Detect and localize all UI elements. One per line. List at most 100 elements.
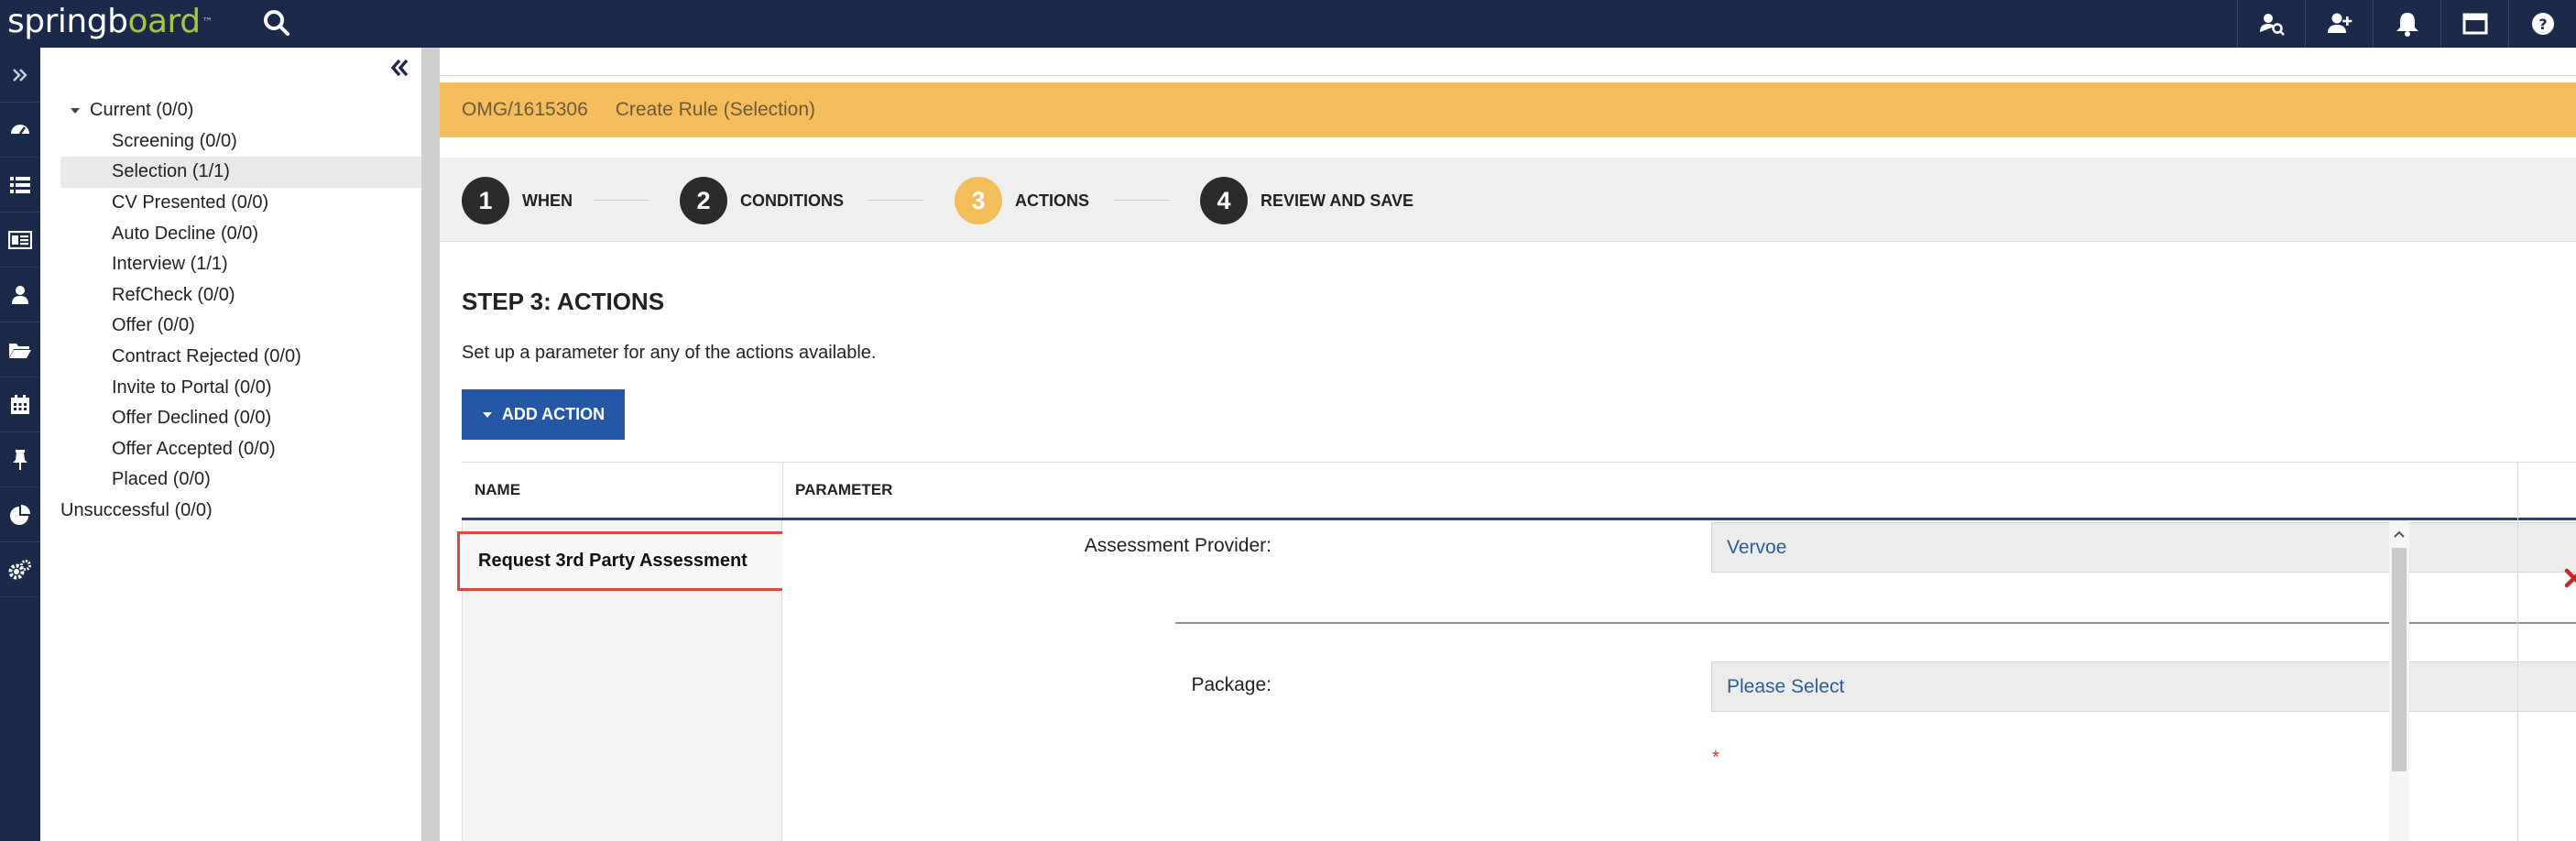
tree-node-label: Current (0/0) xyxy=(90,100,194,121)
package-select[interactable]: Please Select xyxy=(1711,661,2576,712)
package-label: Package: xyxy=(1191,674,1272,695)
tree-node-label: Interview (1/1) xyxy=(112,254,228,275)
tree-node-selection[interactable]: Selection (1/1) xyxy=(60,157,421,188)
expand-icon[interactable] xyxy=(0,48,40,103)
section-subtitle: Set up a parameter for any of the action… xyxy=(462,343,877,363)
page-banner: OMG/1615306 Create Rule (Selection) xyxy=(440,82,2576,137)
tree-node-unsuccessful[interactable]: Unsuccessful (0/0) xyxy=(60,496,421,527)
add-action-label: ADD ACTION xyxy=(501,405,606,423)
wizard-stepper: 1 WHEN 2 CONDITIONS 3 ACTIONS 4 REVIEW A… xyxy=(440,158,2576,242)
pipeline-tree-panel: Current (0/0) Screening (0/0) Selection … xyxy=(40,48,421,841)
step-when[interactable]: 1 WHEN xyxy=(462,177,573,224)
tree-node-label: Unsuccessful (0/0) xyxy=(60,500,213,521)
step-number: 1 xyxy=(462,177,509,224)
top-navigation-bar: springboard ™ ? xyxy=(0,0,2576,48)
actions-table: NAME PARAMETER Request 3rd Party Assessm… xyxy=(457,462,2576,841)
tree-node-label: Screening (0/0) xyxy=(112,130,237,151)
step-actions[interactable]: 3 ACTIONS xyxy=(955,177,1089,224)
window-icon[interactable] xyxy=(2440,0,2508,48)
step-connector xyxy=(594,200,649,201)
name-column: Request 3rd Party Assessment xyxy=(457,520,793,841)
pie-chart-icon[interactable] xyxy=(0,487,40,542)
scrollbar-thumb[interactable] xyxy=(2392,548,2407,771)
logo-main: springb xyxy=(7,3,128,40)
tree-node-refcheck[interactable]: RefCheck (0/0) xyxy=(60,280,421,311)
tree-node-label: Contract Rejected (0/0) xyxy=(112,346,301,367)
caret-down-icon[interactable] xyxy=(60,106,90,115)
tree-node-label: Offer Declined (0/0) xyxy=(112,408,272,429)
panel-splitter[interactable] xyxy=(421,48,440,841)
add-action-button[interactable]: ADD ACTION xyxy=(462,389,625,440)
candidate-search-icon[interactable] xyxy=(2237,0,2305,48)
svg-text:?: ? xyxy=(2538,16,2547,33)
logo-trademark: ™ xyxy=(202,16,213,28)
search-icon[interactable] xyxy=(258,5,295,41)
column-header-parameter: PARAMETER xyxy=(795,481,893,498)
step-connector xyxy=(1114,200,1169,201)
help-icon[interactable]: ? xyxy=(2508,0,2576,48)
springboard-logo[interactable]: springboard ™ xyxy=(7,4,213,40)
tree-node-contract-rejected[interactable]: Contract Rejected (0/0) xyxy=(60,342,421,373)
list-icon[interactable] xyxy=(0,158,40,213)
parameter-scrollbar[interactable] xyxy=(2389,520,2409,841)
parameter-panel: Assessment Provider: Vervoe Package: Ple… xyxy=(782,520,2576,841)
step-number: 2 xyxy=(680,177,727,224)
step-number: 4 xyxy=(1200,177,1248,224)
caret-down-icon xyxy=(482,405,493,424)
tree-node-offer-accepted[interactable]: Offer Accepted (0/0) xyxy=(60,434,421,465)
folder-icon[interactable] xyxy=(0,322,40,377)
left-icon-rail xyxy=(0,48,40,841)
job-code: OMG/1615306 xyxy=(462,99,588,120)
tree-node-label: Auto Decline (0/0) xyxy=(112,223,259,244)
tree-node-offer-declined[interactable]: Offer Declined (0/0) xyxy=(60,403,421,434)
step-review-and-save[interactable]: 4 REVIEW AND SAVE xyxy=(1200,177,1414,224)
tree-node-screening[interactable]: Screening (0/0) xyxy=(60,126,421,158)
tree-node-label: Offer Accepted (0/0) xyxy=(112,438,276,459)
divider xyxy=(1175,622,2576,624)
tree-node-current[interactable]: Current (0/0) xyxy=(60,95,421,126)
bell-icon[interactable] xyxy=(2373,0,2440,48)
step-label: REVIEW AND SAVE xyxy=(1261,191,1414,210)
tree-node-label: Placed (0/0) xyxy=(112,469,211,490)
id-card-icon[interactable] xyxy=(0,213,40,268)
delete-icon[interactable] xyxy=(2560,564,2576,592)
logo-tail: oard xyxy=(127,3,201,40)
add-person-icon[interactable] xyxy=(2305,0,2373,48)
tree-node-invite-to-portal[interactable]: Invite to Portal (0/0) xyxy=(60,372,421,403)
tree-node-auto-decline[interactable]: Auto Decline (0/0) xyxy=(60,218,421,249)
tree-node-label: Selection (1/1) xyxy=(112,161,230,182)
tree-node-placed[interactable]: Placed (0/0) xyxy=(60,464,421,496)
tree-node-offer[interactable]: Offer (0/0) xyxy=(60,311,421,342)
step-connector xyxy=(868,200,923,201)
step-number: 3 xyxy=(955,177,1002,224)
tree-node-interview[interactable]: Interview (1/1) xyxy=(60,249,421,280)
calendar-icon[interactable] xyxy=(0,377,40,432)
column-header-name: NAME xyxy=(475,481,521,498)
required-marker: * xyxy=(1712,748,1719,768)
column-divider xyxy=(2517,462,2518,841)
dashboard-icon[interactable] xyxy=(0,103,40,158)
pin-icon[interactable] xyxy=(0,432,40,487)
assessment-provider-label: Assessment Provider: xyxy=(1084,535,1272,556)
step-conditions[interactable]: 2 CONDITIONS xyxy=(680,177,844,224)
step-label: CONDITIONS xyxy=(740,191,845,210)
person-icon[interactable] xyxy=(0,268,40,322)
collapse-panel-icon[interactable] xyxy=(385,55,414,81)
table-header: NAME PARAMETER xyxy=(462,462,2576,520)
assessment-provider-select[interactable]: Vervoe xyxy=(1711,522,2576,573)
step-label: WHEN xyxy=(522,191,573,210)
section-title: STEP 3: ACTIONS xyxy=(462,288,665,315)
step-label: ACTIONS xyxy=(1015,191,1089,210)
action-name-cell[interactable]: Request 3rd Party Assessment xyxy=(457,531,793,591)
settings-icon[interactable] xyxy=(0,542,40,597)
tree-node-label: Invite to Portal (0/0) xyxy=(112,377,272,398)
page-title: Create Rule (Selection) xyxy=(615,99,816,120)
select-value: Vervoe xyxy=(1727,536,1787,558)
tree-node-cv-presented[interactable]: CV Presented (0/0) xyxy=(60,188,421,219)
main-content: OMG/1615306 Create Rule (Selection) 1 WH… xyxy=(440,48,2576,841)
tree-node-label: CV Presented (0/0) xyxy=(112,192,269,213)
divider xyxy=(440,75,2576,76)
header-actions: ? xyxy=(2237,0,2576,48)
chevron-up-icon[interactable] xyxy=(2389,526,2409,542)
pipeline-tree: Current (0/0) Screening (0/0) Selection … xyxy=(60,95,421,526)
